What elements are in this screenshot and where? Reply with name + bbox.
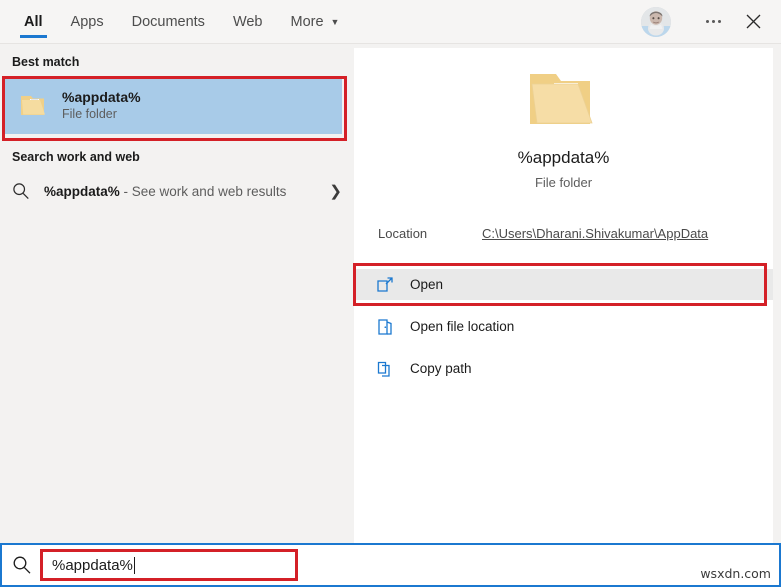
search-icon[interactable] <box>12 555 32 575</box>
location-path-link[interactable]: C:\Users\Dharani.Shivakumar\AppData <box>482 226 708 241</box>
best-match-container: %appdata% File folder <box>2 76 352 134</box>
tab-all-label: All <box>24 14 43 30</box>
header-actions <box>641 0 781 44</box>
best-match-result[interactable]: %appdata% File folder <box>5 76 342 134</box>
tab-more[interactable]: More ▼ <box>277 0 354 44</box>
taskbar-inner: %appdata% wsxdn.com <box>2 545 779 585</box>
folder-icon-large <box>526 66 602 132</box>
web-result-row[interactable]: %appdata% - See work and web results ❯ <box>0 170 354 212</box>
action-open[interactable]: Open <box>354 269 773 300</box>
windows-search-window: All Apps Documents Web More ▼ <box>0 0 781 587</box>
chevron-right-icon[interactable]: ❯ <box>329 182 342 200</box>
tab-more-label: More <box>291 14 324 30</box>
action-copy-path-label: Copy path <box>410 361 472 376</box>
text-cursor <box>134 557 135 574</box>
best-match-heading: Best match <box>0 44 354 69</box>
ellipsis-icon <box>706 20 721 23</box>
best-match-text: %appdata% File folder <box>62 89 141 121</box>
close-button[interactable] <box>733 2 773 42</box>
close-icon <box>746 14 761 29</box>
action-open-file-location-label: Open file location <box>410 319 514 334</box>
preview-item-name: %appdata% <box>518 148 610 168</box>
copy-icon <box>376 360 394 378</box>
results-pane: Best match %appdata% File folder Search … <box>0 44 354 543</box>
tab-all[interactable]: All <box>10 0 57 44</box>
location-label: Location <box>378 226 482 241</box>
preview-header: %appdata% File folder <box>354 48 773 190</box>
avatar-image <box>641 7 671 37</box>
search-icon <box>12 182 30 200</box>
avatar[interactable] <box>641 7 671 37</box>
search-work-web-heading: Search work and web <box>0 134 354 164</box>
folder-icon <box>20 93 48 117</box>
taskbar-search-bar: %appdata% wsxdn.com <box>0 543 781 587</box>
watermark: wsxdn.com <box>700 566 771 581</box>
action-list: Open Open file location Copy path <box>354 269 773 384</box>
tab-documents[interactable]: Documents <box>118 0 219 44</box>
tab-apps[interactable]: Apps <box>57 0 118 44</box>
action-copy-path[interactable]: Copy path <box>354 353 773 384</box>
location-row: Location C:\Users\Dharani.Shivakumar\App… <box>354 226 773 241</box>
tab-web[interactable]: Web <box>219 0 277 44</box>
open-external-icon <box>376 276 394 294</box>
chevron-down-icon: ▼ <box>331 18 340 27</box>
tab-apps-label: Apps <box>71 14 104 30</box>
tab-web-label: Web <box>233 14 263 30</box>
filter-tabs: All Apps Documents Web More ▼ <box>0 0 353 44</box>
tab-documents-label: Documents <box>132 14 205 30</box>
preview-pane: %appdata% File folder Location C:\Users\… <box>354 48 773 543</box>
web-result-query: %appdata% <box>44 184 120 199</box>
action-open-label: Open <box>410 277 443 292</box>
preview-item-type: File folder <box>535 175 592 190</box>
web-result-suffix: - See work and web results <box>120 184 287 199</box>
web-result-label: %appdata% - See work and web results <box>44 184 315 199</box>
search-input[interactable]: %appdata% <box>40 549 298 581</box>
search-header: All Apps Documents Web More ▼ <box>0 0 781 44</box>
more-options-button[interactable] <box>693 2 733 42</box>
open-folder-icon <box>376 318 394 336</box>
best-match-subtitle: File folder <box>62 107 141 121</box>
best-match-title: %appdata% <box>62 89 141 105</box>
search-input-value: %appdata% <box>52 557 133 574</box>
action-open-file-location[interactable]: Open file location <box>354 311 773 342</box>
